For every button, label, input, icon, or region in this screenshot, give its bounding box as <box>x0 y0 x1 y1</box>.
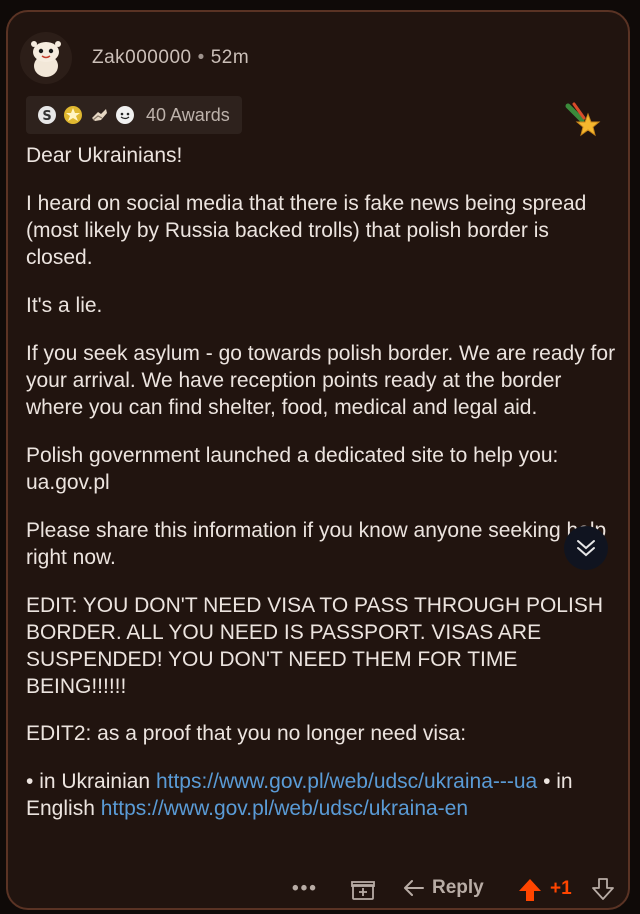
greeting-paragraph: Dear Ukrainians! <box>26 144 183 167</box>
bullet: • <box>543 770 551 793</box>
english-link[interactable]: https://www.gov.pl/web/udsc/ukraina-en <box>101 797 468 820</box>
government-site-paragraph: Polish government launched a dedicated s… <box>26 444 559 494</box>
gift-icon[interactable] <box>350 876 376 908</box>
ukrainian-link[interactable]: https://www.gov.pl/web/udsc/ukraina---ua <box>156 770 537 793</box>
vote-count: +1 <box>550 878 572 899</box>
silver-award-icon: S <box>36 104 58 126</box>
downvote-icon[interactable] <box>590 876 616 908</box>
helping-hand-award-icon <box>88 104 110 126</box>
links-paragraph: • in Ukrainian https://www.gov.pl/web/ud… <box>26 768 616 822</box>
more-options-button[interactable]: ••• <box>292 878 318 900</box>
upvote-icon[interactable] <box>516 876 544 908</box>
avatar-icon[interactable] <box>20 32 72 84</box>
comment-header: Zak000000 • 52m <box>20 32 249 84</box>
comment-actions: ••• Reply +1 <box>8 870 628 908</box>
favorite-star-icon[interactable] <box>564 100 604 140</box>
comment-card: Zak000000 • 52m S 40 Awards Dear Ukrainian… <box>6 10 630 910</box>
edit2-paragraph: EDIT2: as a proof that you no longer nee… <box>26 722 467 745</box>
meta-separator: • <box>197 47 205 68</box>
gold-award-icon <box>62 104 84 126</box>
bullet: • <box>26 770 34 793</box>
share-paragraph: Please share this information if you kno… <box>26 519 607 569</box>
reply-label: Reply <box>432 877 484 898</box>
collapse-chevron-icon[interactable] <box>564 526 608 570</box>
comment-body: Dear Ukrainians! I heard on social media… <box>26 142 616 843</box>
awards-bar[interactable]: S 40 Awards <box>26 96 242 134</box>
reply-button[interactable]: Reply <box>402 876 484 900</box>
asylum-paragraph: If you seek asylum - go towards polish b… <box>26 342 616 419</box>
username[interactable]: Zak000000 <box>92 47 192 68</box>
reply-icon <box>404 880 424 896</box>
awards-count: 40 Awards <box>146 104 230 125</box>
ukrainian-link-label: in Ukrainian <box>39 770 151 793</box>
comment-meta: Zak000000 • 52m <box>92 47 249 69</box>
wholesome-award-icon <box>114 104 136 126</box>
its-a-lie-paragraph: It's a lie. <box>26 294 103 317</box>
edit-paragraph: EDIT: YOU DON'T NEED VISA TO PASS THROUG… <box>26 594 603 698</box>
svg-text:S: S <box>42 109 51 124</box>
timestamp: 52m <box>210 47 250 68</box>
fake-news-paragraph: I heard on social media that there is fa… <box>26 192 587 269</box>
